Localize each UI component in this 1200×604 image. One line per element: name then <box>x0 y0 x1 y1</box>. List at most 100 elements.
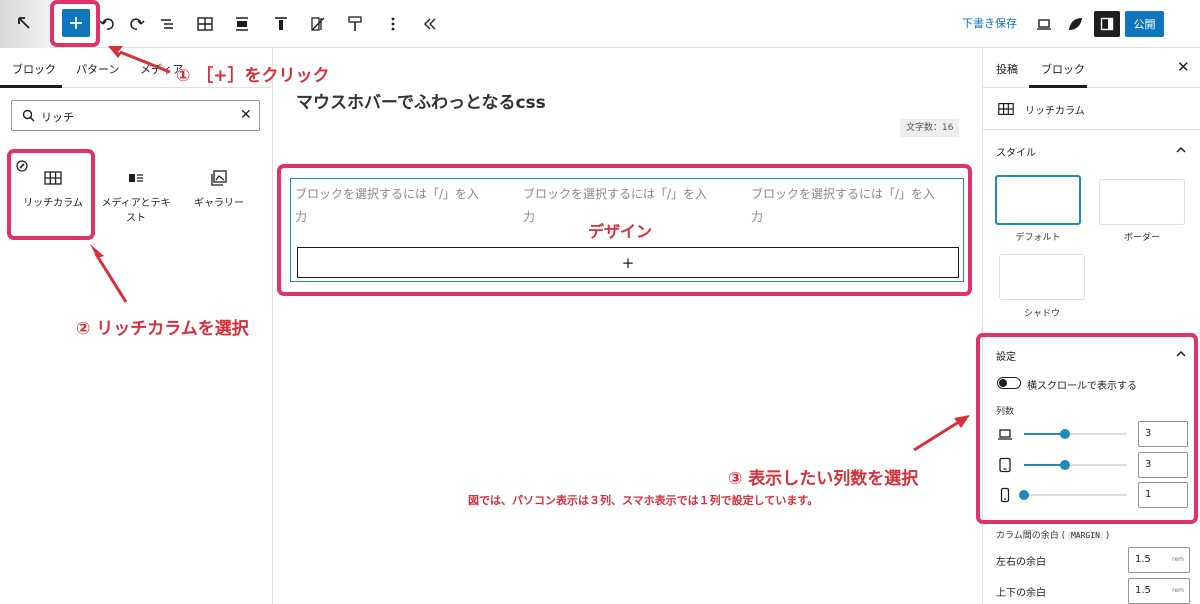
stack-toggle-button[interactable] <box>305 11 331 37</box>
phone-icon <box>1000 487 1010 503</box>
slider-thumb[interactable] <box>1019 490 1029 500</box>
style-label: シャドウ <box>1023 309 1060 319</box>
close-icon[interactable]: ✕ <box>240 107 252 123</box>
annotation-step2: ② リッチカラムを選択 <box>76 319 249 339</box>
chevron-double-left-icon <box>424 18 436 30</box>
slider-thumb[interactable] <box>1060 460 1071 470</box>
column-placeholder[interactable]: ブロックを選択するには「/」を入力 <box>751 183 941 229</box>
columns-slider-laptop[interactable]: 3 <box>997 421 1193 447</box>
leaf-icon <box>1069 18 1082 30</box>
block-card: リッチカラム <box>983 88 1200 130</box>
slider-track[interactable] <box>1019 490 1127 500</box>
settings-panel-title[interactable]: 設定 <box>996 348 1016 363</box>
horizontal-margin-label: 左右の余白 <box>996 557 1046 568</box>
active-tab-indicator <box>0 85 62 88</box>
close-icon[interactable]: ✕ <box>1177 58 1190 76</box>
block-type-button[interactable] <box>192 11 218 37</box>
options-button[interactable] <box>380 11 406 37</box>
tab-block[interactable]: ブロック <box>1041 61 1085 77</box>
margin-code: MARGIN <box>1067 531 1103 540</box>
vertical-margin-input[interactable]: 1.5 rem <box>1128 578 1190 604</box>
paint-roller-button[interactable] <box>342 11 368 37</box>
save-draft-link[interactable]: 下書き保存 <box>962 15 1017 31</box>
undo-icon <box>99 18 114 30</box>
slider-track[interactable] <box>1024 429 1127 439</box>
media-text-icon <box>129 174 143 182</box>
horizontal-scroll-toggle[interactable] <box>997 377 1021 389</box>
align-icon <box>236 17 248 31</box>
laptop-icon <box>998 429 1012 440</box>
annotation-step3-note: 図では、パソコン表示は３列、スマホ表示では１列で設定しています。 <box>468 494 819 507</box>
annotation-step3: ③ 表示したい列数を選択 <box>728 469 919 489</box>
theme-button[interactable] <box>1062 11 1088 37</box>
column-placeholder[interactable]: ブロックを選択するには「/」を入力 <box>295 183 485 229</box>
slider-track[interactable] <box>1024 460 1127 470</box>
undo-button[interactable] <box>94 11 120 37</box>
block-appender-button[interactable]: + <box>297 247 959 278</box>
style-label: デフォルト <box>1015 233 1061 243</box>
publish-button[interactable]: 公開 <box>1125 11 1164 37</box>
columns-input[interactable]: 3 <box>1138 452 1188 478</box>
tab-blocks[interactable]: ブロック <box>12 61 56 77</box>
vertical-align-top-icon <box>275 17 287 30</box>
columns-slider-tablet[interactable]: 3 <box>997 452 1193 478</box>
block-card-title: リッチカラム <box>1025 106 1085 117</box>
annotation-design: デザイン <box>588 222 653 241</box>
margin-section-label: カラム間の余白 ( MARGIN ) <box>996 528 1109 541</box>
redo-icon <box>130 18 145 30</box>
toggle-label: 横スクロールで表示する <box>1027 381 1137 392</box>
editor-canvas: マウスホバーでふわっとなるcss 文字数：16 ブロックを選択するには「/」を入… <box>274 48 982 604</box>
style-label: ボーダー <box>1123 233 1160 243</box>
style-option-shadow[interactable] <box>999 254 1085 300</box>
slider-thumb[interactable] <box>1060 429 1071 439</box>
block-gallery[interactable]: ギャラリー <box>180 150 258 211</box>
columns-input[interactable]: 3 <box>1138 421 1188 447</box>
style-panel-title[interactable]: スタイル <box>996 144 1036 159</box>
tab-post[interactable]: 投稿 <box>996 61 1018 77</box>
block-rich-columns[interactable]: リッチカラム <box>14 150 92 211</box>
settings-sidebar: 投稿 ブロック ✕ リッチカラム スタイル デフォルト ボーダー シャドウ 設定… <box>982 48 1200 604</box>
block-search-input[interactable]: リッチ ✕ <box>11 100 260 131</box>
paint-roller-icon <box>348 16 362 31</box>
char-count-badge: 文字数：16 <box>900 119 960 137</box>
add-block-button[interactable] <box>62 9 90 37</box>
list-view-button[interactable] <box>154 11 180 37</box>
columns-input[interactable]: 1 <box>1138 482 1188 508</box>
block-media-text[interactable]: メディアとテキスト <box>97 150 175 226</box>
margin-value: 1.5 <box>1135 554 1151 565</box>
columns-slider-phone[interactable]: 1 <box>997 482 1193 508</box>
margin-value: 1.5 <box>1135 585 1151 596</box>
margin-label-close: ) <box>1105 531 1110 541</box>
settings-sidebar-toggle[interactable] <box>1094 11 1120 37</box>
tablet-icon <box>999 457 1011 473</box>
sidebar-tabs: 投稿 ブロック ✕ <box>983 48 1200 88</box>
chevron-up-icon[interactable] <box>1175 144 1187 156</box>
redo-button[interactable] <box>124 11 150 37</box>
vertical-margin-label: 上下の余白 <box>996 588 1046 599</box>
vertical-align-button[interactable] <box>268 11 294 37</box>
block-label: ギャラリー <box>194 198 244 209</box>
search-value: リッチ <box>41 111 74 124</box>
list-view-icon <box>161 19 173 29</box>
margin-unit: rem <box>1172 587 1184 594</box>
site-logo[interactable] <box>0 0 52 48</box>
grid-icon <box>998 103 1014 115</box>
gallery-icon <box>211 170 227 186</box>
more-vertical-icon <box>391 17 395 31</box>
tab-patterns[interactable]: パターン <box>76 61 119 77</box>
divider <box>983 333 1200 334</box>
chevron-up-icon[interactable] <box>1175 348 1187 360</box>
preview-button[interactable] <box>1031 11 1057 37</box>
search-icon <box>22 109 35 122</box>
annotation-step1: ① ［+］をクリック <box>176 66 330 86</box>
horizontal-margin-input[interactable]: 1.5 rem <box>1128 547 1190 573</box>
plus-icon <box>70 17 82 29</box>
align-button[interactable] <box>229 11 255 37</box>
editor-toolbar: 下書き保存 公開 <box>0 0 1200 48</box>
collapse-toolbar-button[interactable] <box>417 11 443 37</box>
style-option-border[interactable] <box>1099 179 1185 225</box>
columns-label: 列数 <box>996 407 1015 417</box>
post-title[interactable]: マウスホバーでふわっとなるcss <box>296 88 546 113</box>
style-option-default[interactable] <box>995 175 1081 225</box>
stack-icon <box>311 17 325 31</box>
